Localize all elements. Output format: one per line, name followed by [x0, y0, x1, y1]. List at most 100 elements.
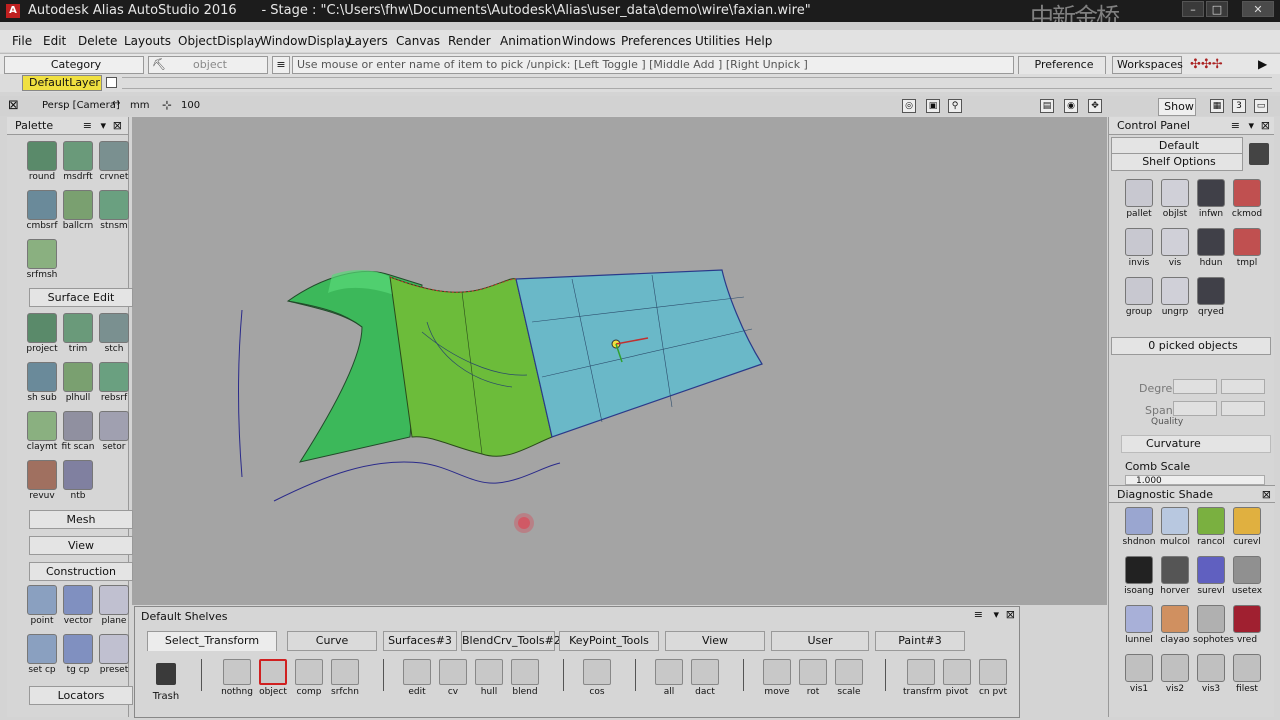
tool-setor[interactable]: setor	[96, 409, 132, 458]
tool-claymt[interactable]: claymt	[24, 409, 60, 458]
shelf-tool-object[interactable]: object	[255, 659, 291, 709]
tool-qryed[interactable]: qryed	[1193, 275, 1229, 324]
tool-ungrp[interactable]: ungrp	[1157, 275, 1193, 324]
tool-plhull[interactable]: plhull	[60, 360, 96, 409]
tool-invis[interactable]: invis	[1121, 226, 1157, 275]
shelf-tool-rot[interactable]: rot	[795, 659, 831, 709]
view-section[interactable]: View	[29, 536, 133, 555]
tool-plane[interactable]: plane	[96, 583, 132, 632]
menu-edit[interactable]: Edit	[43, 34, 66, 48]
tools-icon[interactable]: ✣✣✢	[1190, 57, 1223, 72]
menu-canvas[interactable]: Canvas	[396, 34, 440, 48]
shelf-tool-edit[interactable]: edit	[399, 659, 435, 709]
menu-file[interactable]: File	[12, 34, 32, 48]
shelf-options-dropdown[interactable]: Shelf Options	[1111, 153, 1243, 171]
chevron-down-icon[interactable]: ▾	[993, 608, 999, 621]
shelf-tool-nothng[interactable]: nothng	[219, 659, 255, 709]
tool-vis2[interactable]: vis2	[1157, 652, 1193, 701]
tool-filest[interactable]: filest	[1229, 652, 1265, 701]
menu-delete[interactable]: Delete	[78, 34, 117, 48]
picked-objects[interactable]: 0 picked objects	[1111, 337, 1271, 355]
shelf-tool-all[interactable]: all	[651, 659, 687, 709]
show-button[interactable]: Show	[1158, 98, 1196, 116]
tool-tg-cp[interactable]: tg cp	[60, 632, 96, 681]
tool-vis[interactable]: vis	[1157, 226, 1193, 275]
menu-layouts[interactable]: Layouts	[124, 34, 171, 48]
menu-windowdisplay[interactable]: WindowDisplay	[260, 34, 352, 48]
shelf-tool-blend[interactable]: blend	[507, 659, 543, 709]
degree-field-1[interactable]	[1173, 379, 1217, 394]
tool-surevl[interactable]: surevl	[1193, 554, 1229, 603]
default-layer[interactable]: DefaultLayer	[22, 75, 102, 91]
tool-stch[interactable]: stch	[96, 311, 132, 360]
zoom-icon[interactable]: ⚲	[948, 99, 962, 113]
tool-stnsm[interactable]: stnsm	[96, 188, 132, 237]
comb-scale-field[interactable]: 1.000	[1125, 475, 1265, 485]
tool-ntb[interactable]: ntb	[60, 458, 96, 507]
menu-icon[interactable]: ≡	[1231, 117, 1240, 135]
camera-icon[interactable]: ◎	[902, 99, 916, 113]
tool-round[interactable]: round	[24, 139, 60, 188]
menu-icon[interactable]: ≡	[83, 117, 92, 135]
tool-ckmod[interactable]: ckmod	[1229, 177, 1265, 226]
quality-label[interactable]: Quality	[1151, 417, 1183, 427]
menu-render[interactable]: Render	[448, 34, 491, 48]
viewport[interactable]	[132, 117, 1107, 605]
tool-clayao[interactable]: clayao	[1157, 603, 1193, 652]
tool-set-cp[interactable]: set cp	[24, 632, 60, 681]
tab-keypoint-tools[interactable]: KeyPoint_Tools	[559, 631, 659, 651]
ortho-icon[interactable]: ▤	[1040, 99, 1054, 113]
maximize-viewport-icon[interactable]: ▭	[1254, 99, 1268, 113]
prompt-line[interactable]: Use mouse or enter name of item to pick …	[292, 56, 1014, 74]
tool-shdnon[interactable]: shdnon	[1121, 505, 1157, 554]
shelf-tool-scale[interactable]: scale	[831, 659, 867, 709]
curvature-section[interactable]: Curvature	[1121, 435, 1271, 453]
frame-icon[interactable]: ▣	[926, 99, 940, 113]
category-dropdown[interactable]: Category	[4, 56, 144, 74]
shelf-tool-cn-pvt[interactable]: cn pvt	[975, 659, 1011, 709]
maximize-button[interactable]: □	[1206, 1, 1228, 17]
tool-curevl[interactable]: curevl	[1229, 505, 1265, 554]
shade-icon[interactable]: ◉	[1064, 99, 1078, 113]
trash-icon[interactable]	[1249, 143, 1269, 165]
shelf-tool-move[interactable]: move	[759, 659, 795, 709]
tool-lunnel[interactable]: lunnel	[1121, 603, 1157, 652]
shelf-tool-srfchn[interactable]: srfchn	[327, 659, 363, 709]
tool-mulcol[interactable]: mulcol	[1157, 505, 1193, 554]
minimize-button[interactable]: –	[1182, 1, 1204, 17]
tab-surfaces-3[interactable]: Surfaces#3	[383, 631, 457, 651]
chevron-down-icon[interactable]: ▾	[1248, 117, 1254, 135]
close-palette-icon[interactable]: ⊠	[113, 117, 122, 135]
spans-field-1[interactable]	[1173, 401, 1217, 416]
tool-objlst[interactable]: objlst	[1157, 177, 1193, 226]
tool-msdrft[interactable]: msdrft	[60, 139, 96, 188]
menu-objectdisplay[interactable]: ObjectDisplay	[178, 34, 261, 48]
model-surfaces[interactable]	[132, 117, 1107, 605]
tool-sophotes[interactable]: sophotes	[1193, 603, 1234, 652]
spans-field-2[interactable]	[1221, 401, 1265, 416]
menu-layers[interactable]: Layers	[348, 34, 388, 48]
tool-cmbsrf[interactable]: cmbsrf	[24, 188, 60, 237]
tool-vis1[interactable]: vis1	[1121, 652, 1157, 701]
tool-preset[interactable]: preset	[96, 632, 132, 681]
close-window-button[interactable]: ✕	[1242, 1, 1274, 17]
tool-crvnet[interactable]: crvnet	[96, 139, 132, 188]
shelf-tool-dact[interactable]: dact	[687, 659, 723, 709]
list-icon[interactable]: ≡	[272, 56, 290, 74]
tool-tmpl[interactable]: tmpl	[1229, 226, 1265, 275]
tool-isoang[interactable]: isoang	[1121, 554, 1157, 603]
tool-revuv[interactable]: revuv	[24, 458, 60, 507]
tool-sh-sub[interactable]: sh sub	[24, 360, 60, 409]
tab-view[interactable]: View	[665, 631, 765, 651]
shelf-tool-comp[interactable]: comp	[291, 659, 327, 709]
tool-group[interactable]: group	[1121, 275, 1157, 324]
tool-trim[interactable]: trim	[60, 311, 96, 360]
tool-hdun[interactable]: hdun	[1193, 226, 1229, 275]
locators-section[interactable]: Locators	[29, 686, 133, 705]
tab-blendcrv-tools-2[interactable]: BlendCrv_Tools#2	[461, 631, 561, 651]
tab-curve[interactable]: Curve	[287, 631, 377, 651]
tool-rebsrf[interactable]: rebsrf	[96, 360, 132, 409]
tool-vector[interactable]: vector	[60, 583, 96, 632]
tool-point[interactable]: point	[24, 583, 60, 632]
tool-vred[interactable]: vred	[1229, 603, 1265, 652]
